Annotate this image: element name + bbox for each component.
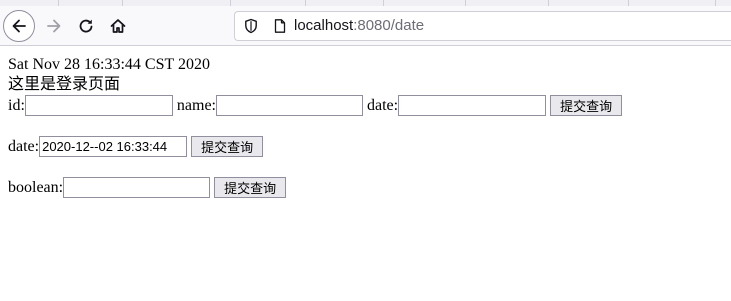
form-id-name-date: id: name: date: 提交查询 xyxy=(8,95,623,116)
arrow-left-icon xyxy=(12,19,26,33)
form-boolean: boolean: 提交查询 xyxy=(8,177,287,198)
submit-button[interactable]: 提交查询 xyxy=(191,136,264,157)
back-button[interactable] xyxy=(3,10,35,42)
arrow-right-icon xyxy=(47,19,61,33)
date-line: Sat Nov 28 16:33:44 CST 2020 xyxy=(8,56,210,73)
date-label: date: xyxy=(8,138,40,155)
address-bar[interactable]: localhost:8080/date xyxy=(234,11,731,41)
id-input[interactable] xyxy=(24,95,173,116)
date-input[interactable] xyxy=(398,95,547,116)
form-date: date: 提交查询 xyxy=(8,136,264,157)
browser-toolbar: localhost:8080/date xyxy=(0,6,731,46)
shield-icon[interactable] xyxy=(243,18,259,34)
id-label: id: xyxy=(8,97,25,114)
boolean-input[interactable] xyxy=(63,177,211,198)
submit-button[interactable]: 提交查询 xyxy=(214,177,287,198)
name-input[interactable] xyxy=(215,95,363,116)
home-button[interactable] xyxy=(102,10,134,42)
boolean-label: boolean: xyxy=(8,179,64,196)
url-host: localhost xyxy=(294,17,354,34)
submit-button[interactable]: 提交查询 xyxy=(550,95,623,116)
name-label: name: xyxy=(176,97,216,114)
page-heading: 这里是登录页面 xyxy=(8,76,121,93)
forward-button[interactable] xyxy=(38,10,70,42)
date-label: date: xyxy=(366,97,399,114)
page-icon[interactable] xyxy=(272,18,288,34)
url-text[interactable]: localhost:8080/date xyxy=(294,17,424,35)
reload-button[interactable] xyxy=(70,10,102,42)
url-path: :8080/date xyxy=(353,17,425,34)
reload-icon xyxy=(79,19,93,33)
home-icon xyxy=(110,19,126,33)
date-input[interactable] xyxy=(39,136,188,157)
